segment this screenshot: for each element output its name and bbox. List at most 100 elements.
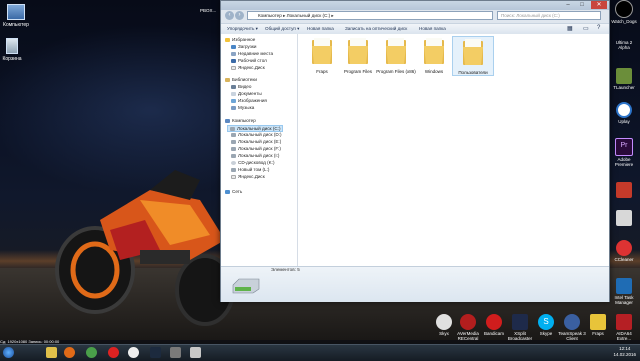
nav-video[interactable]: Видео [231, 84, 251, 89]
uplay-icon [616, 102, 632, 118]
desktop-icon-ccleaner2[interactable]: CCleaner [610, 240, 638, 262]
preview-pane-icon[interactable]: ▭ [583, 25, 589, 32]
gears-icon [616, 210, 632, 226]
ccleaner-icon [616, 182, 632, 198]
breadcrumb-drive-c[interactable]: Локальный диск (C:) [287, 13, 330, 18]
forward-button[interactable]: › [235, 11, 244, 20]
motorcycle-wallpaper-image [55, 170, 235, 326]
nav-computer[interactable]: Компьютер [225, 118, 256, 123]
help-icon[interactable]: ? [597, 25, 600, 31]
images-icon [231, 98, 236, 103]
nav-drive-c[interactable]: Локальный диск (C:) [227, 125, 284, 132]
nav-cd-drive[interactable]: CD-дисковод (K:) [231, 160, 275, 165]
window-titlebar[interactable]: – □ ✕ [221, 1, 609, 10]
hard-drive-icon [232, 278, 260, 294]
folder-users[interactable]: Пользователи [452, 36, 494, 76]
desktop-icon-intel[interactable]: Intel Task Manager [610, 278, 638, 305]
desktop-icon-computer[interactable]: Компьютер [0, 4, 36, 28]
nav-favorites[interactable]: Избранное [225, 37, 255, 42]
folder-icon [348, 38, 368, 64]
desktop-icon-ultima[interactable]: Ultima 2 Alpha [610, 40, 638, 50]
nav-drive-e[interactable]: Локальный диск (E:) [231, 139, 281, 144]
skype-icon: S [538, 314, 554, 330]
desktop-icon-aida[interactable]: AIDA64 Extre... [610, 314, 638, 341]
folder-program-files-x86[interactable]: Program Files (x86) [376, 36, 416, 74]
desktop-icon-avermedia[interactable]: AVerMedia RECentral [454, 314, 482, 341]
drive-icon [231, 146, 236, 151]
back-button[interactable]: ‹ [225, 11, 234, 20]
star-icon [225, 37, 230, 42]
chrome-taskbar-icon[interactable] [86, 347, 97, 358]
folder-fraps[interactable]: Fraps [302, 36, 342, 74]
new-folder-button-2[interactable]: Новая папка [419, 26, 446, 31]
address-field[interactable]: Компьютер ▸ Локальный диск (C:) ▸ [247, 11, 493, 20]
view-options-icon[interactable]: ▦ [567, 25, 573, 32]
nav-music[interactable]: Музыка [231, 105, 254, 110]
nav-libraries[interactable]: Библиотеки [225, 77, 257, 82]
app2-taskbar-icon[interactable] [190, 347, 201, 358]
desktop-icon [231, 58, 236, 63]
opera-taskbar-icon[interactable] [108, 347, 119, 358]
app-taskbar-icon[interactable] [170, 347, 181, 358]
items-count: Элементов: 5 [271, 267, 300, 272]
desktop-icon-premiere[interactable]: Pr Adobe Premiere [610, 138, 638, 167]
drive-icon [231, 167, 236, 172]
organize-button[interactable]: Упорядочить ▾ [227, 26, 258, 32]
new-folder-button[interactable]: Новая папка [307, 26, 334, 31]
desktop-icon-xsplit[interactable]: XSplit Broadcaster [506, 314, 534, 341]
intel-icon [616, 278, 632, 294]
explorer-taskbar-icon[interactable] [46, 347, 57, 358]
nav-yadisk-2[interactable]: Яндекс.Диск [231, 174, 265, 179]
nav-yadisk[interactable]: Яндекс.Диск [231, 65, 265, 70]
desktop-icon-fraps[interactable]: Fraps [584, 314, 612, 336]
address-bar-row: ‹ › Компьютер ▸ Локальный диск (C:) ▸ По… [225, 11, 605, 21]
drive-icon [230, 126, 235, 131]
close-button[interactable]: ✕ [591, 1, 607, 9]
burn-disc-button[interactable]: Записать на оптический диск [345, 26, 407, 31]
desktop-icon-nvidia[interactable]: Watch_Dogs [610, 0, 638, 24]
nav-drive-l[interactable]: Новый том (L:) [231, 167, 269, 172]
start-button[interactable] [3, 347, 14, 358]
drive-icon [231, 153, 236, 158]
nav-desktop[interactable]: Рабочий стол [231, 58, 267, 63]
downloads-icon [231, 44, 236, 49]
desktop-icon-teamspeak[interactable]: TeamSpeak 3 Client [558, 314, 586, 341]
nav-drive-i[interactable]: Локальный диск (I:) [231, 153, 279, 158]
ccleaner2-icon [616, 240, 632, 256]
system-clock[interactable]: 12:14 14.02.2016 [613, 346, 636, 358]
desktop-icon-ccleaner[interactable] [610, 182, 638, 199]
library-icon [225, 77, 230, 82]
desktop-icon-recycle-bin[interactable]: Корзина [0, 38, 32, 62]
folder-program-files[interactable]: Program Files [338, 36, 378, 74]
yandex-taskbar-icon[interactable] [128, 347, 139, 358]
music-icon [231, 105, 236, 110]
minecraft-icon [616, 68, 632, 84]
desktop-icon-skype[interactable]: S Skype [532, 314, 560, 336]
recycle-bin-icon [6, 38, 18, 54]
breadcrumb-computer[interactable]: Компьютер [258, 13, 282, 18]
nav-images[interactable]: Изображения [231, 98, 267, 103]
desktop-icon-gears[interactable] [610, 210, 638, 227]
search-input[interactable]: Поиск: Локальный диск (C:) [497, 11, 601, 20]
desktop-partial-label: PBOX... [200, 8, 217, 13]
nvidia-icon [615, 0, 633, 18]
fraps-icon [590, 314, 606, 330]
explorer-window[interactable]: – □ ✕ ‹ › Компьютер ▸ Локальный диск (C:… [220, 0, 610, 302]
steam-taskbar-icon[interactable] [150, 347, 161, 358]
share-button[interactable]: Общий доступ ▾ [265, 26, 299, 32]
desktop-icon-uplay[interactable]: Uplay [610, 102, 638, 124]
nav-downloads[interactable]: Загрузки [231, 44, 257, 49]
firefox-taskbar-icon[interactable] [64, 347, 75, 358]
recent-icon [231, 51, 236, 56]
nav-drive-d[interactable]: Локальный диск (D:) [231, 132, 281, 137]
folder-windows[interactable]: Windows [414, 36, 454, 74]
desktop-icon-bandicam[interactable]: Bandicam [480, 314, 508, 336]
navigation-pane: Избранное Загрузки Недавние места Рабочи… [221, 34, 298, 266]
nav-recent[interactable]: Недавние места [231, 51, 273, 56]
minimize-button[interactable]: – [561, 1, 575, 9]
nav-drive-f[interactable]: Локальный диск (F:) [231, 146, 281, 151]
maximize-button[interactable]: □ [575, 1, 589, 9]
nav-documents[interactable]: Документы [231, 91, 262, 96]
desktop-icon-tlauncher[interactable]: TLauncher [610, 68, 638, 90]
nav-network[interactable]: Сеть [225, 189, 242, 194]
